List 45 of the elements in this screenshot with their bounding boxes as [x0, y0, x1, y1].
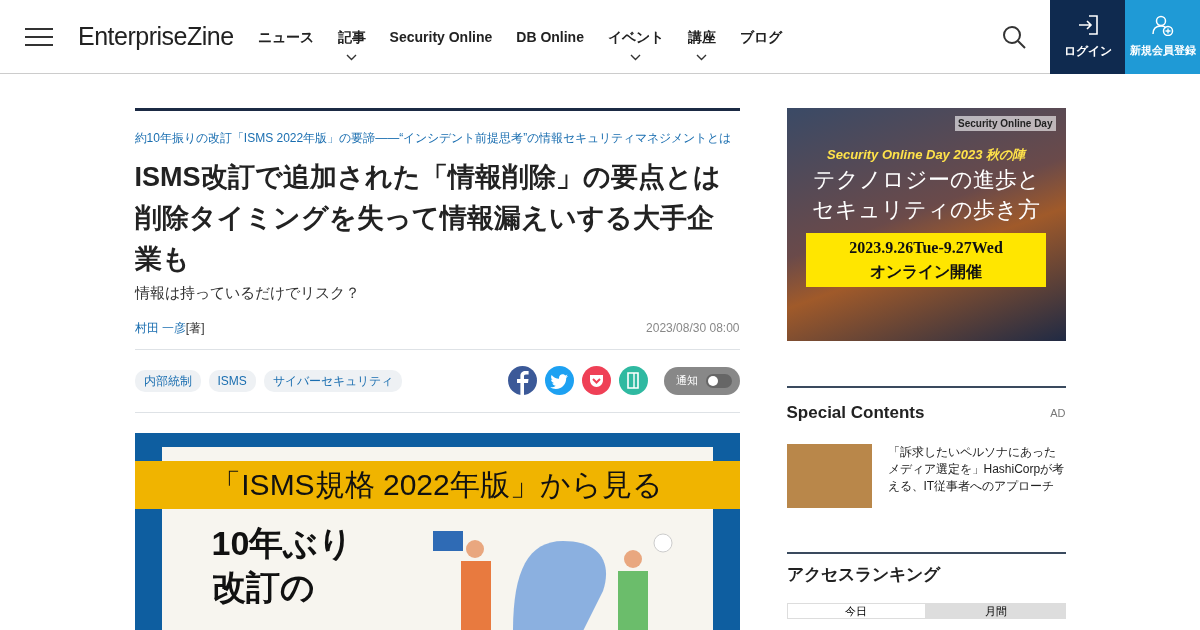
banner-headline: セキュリティの歩き方 [812, 195, 1040, 224]
article-subtitle: 情報は持っているだけでリスク？ [134, 283, 361, 303]
publish-date: 2023/08/30 08:00 [646, 319, 740, 337]
pocket-icon[interactable] [581, 366, 611, 395]
nav-item[interactable]: 講座 [687, 26, 716, 57]
banner-logo: Security Online Day [955, 116, 1056, 131]
banner-dates: 2023.9.26Tue-9.27Wed [848, 237, 1004, 258]
ranking-tab[interactable]: 今日 [786, 603, 926, 619]
ad-label: AD [1050, 405, 1066, 421]
facebook-icon[interactable] [507, 366, 537, 395]
ranking-tab[interactable]: 月間 [926, 603, 1066, 619]
banner-headline: テクノロジーの進歩と [812, 165, 1040, 194]
tag-link[interactable]: ISMS [208, 369, 256, 392]
section-heading: アクセスランキング [786, 563, 942, 586]
hero-banner-text: 「ISMS規格 2022年版」から見る [134, 460, 740, 509]
caret-icon [346, 53, 358, 61]
author-role: [著] [185, 319, 205, 337]
nav-item[interactable]: イベント [607, 26, 664, 57]
article-link[interactable]: 「訴求したいペルソナにあったメディア選定を」HashiCorpが考える、IT従事者へのアプローチ [887, 443, 1066, 508]
banner-venue: オンライン開催 [869, 261, 983, 282]
article-title: ISMS改訂で追加された「情報削除」の要点とは 削除タイミングを失って情報漏えいする大手企業も [134, 161, 722, 276]
nav-item[interactable]: ブログ [739, 26, 782, 57]
series-link[interactable]: 約10年振りの改訂「ISMS 2022年版」の要諦――“インシデント前提思考”の情報セキュリティマネジメントとは [134, 129, 740, 147]
bird-icon[interactable] [544, 366, 574, 395]
menu-icon[interactable] [24, 26, 54, 47]
user-add-icon [1151, 14, 1174, 37]
site-logo[interactable]: EnterpriseZine [78, 17, 234, 56]
nav-item[interactable]: ニュース [257, 26, 314, 57]
author-link[interactable]: 村田 一彦 [134, 318, 186, 337]
search-icon[interactable] [1002, 24, 1026, 49]
login-icon [1076, 13, 1099, 36]
tag-link[interactable]: サイバーセキュリティ [263, 369, 402, 392]
nav-item[interactable]: DB Online [516, 26, 584, 57]
login-button[interactable]: ログイン [1050, 0, 1125, 74]
banner-event-name: Security Online Day 2023 秋の陣 [827, 146, 1025, 164]
hero-text: 改訂の [211, 566, 316, 608]
nav-item[interactable]: 記事 [337, 26, 366, 57]
event-banner[interactable]: Security Online Day Security Online Day 2023 秋の陣 テクノロジーの進歩と セキュリティの歩き方 2023.9.26Tue-9.27Wed オンライン開催 [786, 108, 1066, 341]
caret-icon [630, 53, 642, 61]
notify-toggle[interactable]: 通知 [663, 366, 740, 395]
caret-icon [696, 53, 708, 61]
nav-item[interactable]: Security Online [389, 26, 493, 57]
section-heading: Special Contents [786, 402, 925, 424]
tag-link[interactable]: 内部統制 [134, 369, 201, 392]
hero-text: 10年ぶり [211, 522, 354, 564]
